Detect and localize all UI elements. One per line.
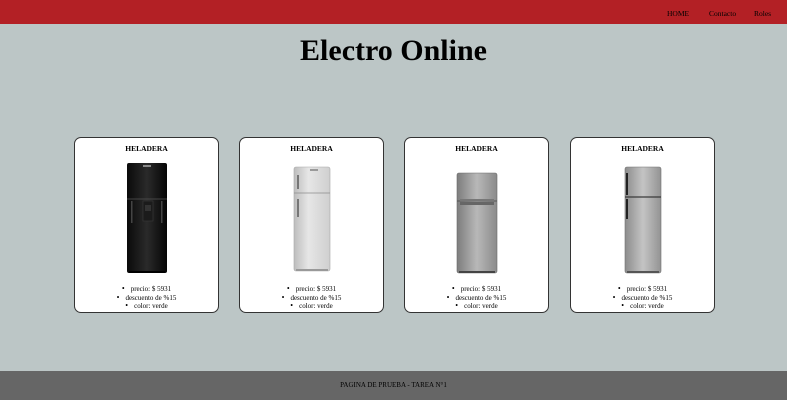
- product-title: HELADERA: [621, 144, 664, 153]
- product-discount: descuento de %15: [571, 294, 714, 303]
- product-image-steel-fridge: [405, 160, 548, 278]
- product-details-list: precio: $ 5931 descuento de %15 color: v…: [405, 285, 548, 311]
- product-color: color: verde: [240, 302, 383, 311]
- product-card[interactable]: HELADERA precio: $ 5931 descuento de %15…: [74, 137, 219, 313]
- product-image-silver-fridge: [571, 160, 714, 278]
- product-discount: descuento de %15: [240, 294, 383, 303]
- product-card[interactable]: HELADERA precio: $ 5931 descuento de %15…: [239, 137, 384, 313]
- product-card[interactable]: HELADERA precio: $ 5931 descuento de %15…: [570, 137, 715, 313]
- product-title: HELADERA: [125, 144, 168, 153]
- footer-text: PAGINA DE PRUEBA - TAREA N°1: [340, 381, 447, 389]
- product-card[interactable]: HELADERA precio: $ 5931 descuento de %15…: [404, 137, 549, 313]
- product-color: color: verde: [571, 302, 714, 311]
- nav-link-roles[interactable]: Roles: [754, 9, 771, 18]
- product-price: precio: $ 5931: [571, 285, 714, 294]
- product-image-black-fridge: [75, 160, 218, 278]
- nav-link-home[interactable]: HOME: [667, 9, 689, 18]
- product-title: HELADERA: [455, 144, 498, 153]
- product-discount: descuento de %15: [75, 294, 218, 303]
- product-price: precio: $ 5931: [240, 285, 383, 294]
- product-price: precio: $ 5931: [405, 285, 548, 294]
- product-details-list: precio: $ 5931 descuento de %15 color: v…: [571, 285, 714, 311]
- page-footer: PAGINA DE PRUEBA - TAREA N°1: [0, 371, 787, 400]
- product-color: color: verde: [405, 302, 548, 311]
- product-details-list: precio: $ 5931 descuento de %15 color: v…: [75, 285, 218, 311]
- product-details-list: precio: $ 5931 descuento de %15 color: v…: [240, 285, 383, 311]
- product-discount: descuento de %15: [405, 294, 548, 303]
- product-image-white-fridge: [240, 160, 383, 278]
- product-price: precio: $ 5931: [75, 285, 218, 294]
- page-title: Electro Online: [300, 34, 487, 67]
- nav-link-contacto[interactable]: Contacto: [709, 9, 736, 18]
- top-navigation-bar: HOME Contacto Roles: [0, 0, 787, 24]
- product-title: HELADERA: [290, 144, 333, 153]
- product-color: color: verde: [75, 302, 218, 311]
